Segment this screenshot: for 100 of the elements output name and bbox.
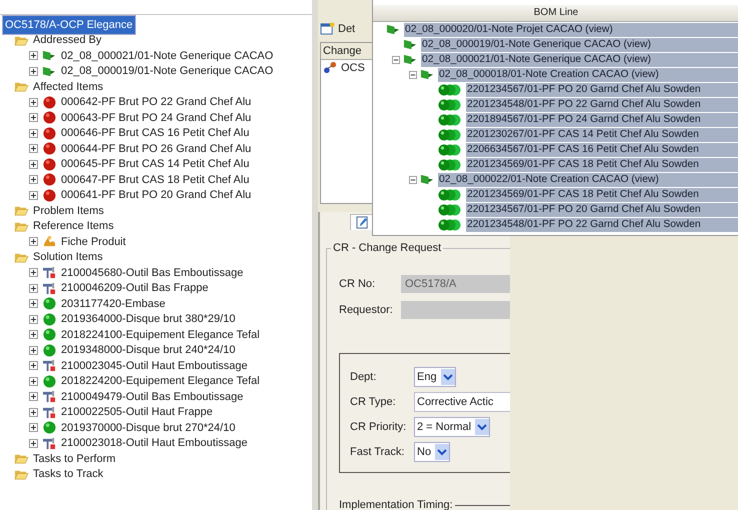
expand-toggle[interactable] [29,268,38,278]
flag-icon [420,173,435,186]
expand-toggle[interactable] [29,113,38,122]
folder-icon [14,452,29,466]
change-icon [323,61,338,74]
expand-toggle[interactable] [29,284,38,293]
tree-item[interactable]: 2100023018-Outil Haut Emboutissage [61,437,248,450]
flag-icon [386,23,401,36]
dropdown[interactable]: No [414,442,450,462]
tree-item[interactable]: 02_08_000019/01-Note Generique CACAO [61,65,274,78]
section-title: Implementation Timing: [339,499,453,510]
tree-item[interactable]: 000641-PF Brut PO 20 Grand Chef Alu [61,189,252,202]
field-label: Fast Track: [350,446,406,458]
tool-icon [42,390,57,404]
folder-label[interactable]: Problem Items [33,204,104,217]
sphere-icon [42,126,57,140]
expand-toggle[interactable] [29,66,38,76]
expand-toggle[interactable] [29,330,38,340]
tool-icon [42,436,57,450]
folder-label[interactable]: Reference Items [33,220,114,232]
expand-toggle[interactable] [29,392,38,402]
sphere-icon [42,158,57,171]
input-field[interactable]: Corrective Actic [414,392,510,412]
tree-item[interactable]: 2100046209-Outil Bas Frappe [61,282,208,294]
tree-item[interactable]: 2019348000-Disque brut 240*24/10 [61,344,236,356]
expand-toggle[interactable] [29,51,38,60]
details-icon [320,22,335,35]
dropdown[interactable]: Eng [414,366,456,386]
sphere-icon [42,111,57,124]
field-label: CR No: [339,278,376,290]
tree-item[interactable]: 000642-PF Brut PO 22 Grand Chef Alu [61,96,252,108]
flag-icon [403,38,418,51]
expand-toggle[interactable] [29,237,38,246]
folder-icon [14,204,29,218]
expand-toggle[interactable] [29,346,38,355]
spheres-icon [437,114,463,126]
expand-toggle[interactable] [29,376,38,386]
spheres-icon [437,84,463,96]
spheres-icon [437,158,463,170]
tree-item[interactable]: 2019364000-Disque brut 380*29/10 [61,313,236,326]
sphere-icon [42,173,57,186]
folder-label[interactable]: Tasks to Perform [33,452,116,465]
tool-icon [42,282,57,295]
flag-icon [42,64,57,78]
expand-toggle[interactable] [29,160,38,169]
tree-item[interactable]: 2100023045-Outil Haut Emboutissage [61,360,248,372]
field-label: Requestor: [339,304,394,316]
tree-item[interactable]: 2019370000-Disque brut 270*24/10 [61,422,236,434]
spheres-icon [437,204,463,216]
folder-label[interactable]: Tasks to Track [33,468,104,480]
expand-toggle[interactable] [29,423,38,432]
column-header[interactable]: BOM Line [373,5,738,22]
expand-toggle[interactable] [29,408,38,417]
tree-item[interactable]: 000647-PF Brut CAS 18 Petit Chef Alu [61,174,250,186]
expand-toggle[interactable] [29,190,38,200]
tool-icon [42,406,57,419]
expand-toggle[interactable] [29,438,38,448]
sphere-icon [42,374,57,388]
pencil-icon [355,216,370,229]
expand-toggle[interactable] [29,175,38,184]
tree-item[interactable]: 2018224200-Equipement Elegance Tefal [61,375,260,388]
tree-item[interactable]: 2031177420-Embase [61,298,166,310]
tree-item[interactable]: 000646-PF Brut CAS 16 Petit Chef Alu [61,127,250,140]
expand-toggle[interactable] [29,128,38,138]
expand-toggle[interactable] [29,144,38,154]
tree-item[interactable]: 000644-PF Brut PO 26 Grand Chef Alu [61,142,252,155]
tree-item[interactable]: 000645-PF Brut CAS 14 Petit Chef Alu [61,158,250,170]
chevron-icon [442,372,453,380]
expand-toggle[interactable] [409,176,417,184]
sphere-icon [42,96,57,109]
sphere-icon [42,188,57,202]
details-tab[interactable]: Det [320,22,356,35]
spheres-icon [437,144,463,156]
expand-toggle[interactable] [29,361,38,370]
tree-item[interactable]: 2100045680-Outil Bas Emboutissage [61,266,244,279]
tree-item[interactable]: 2100022505-Outil Haut Frappe [61,406,213,418]
field-label: Dept: [350,370,378,382]
tree-item[interactable]: 000643-PF Brut PO 24 Grand Chef Alu [61,112,252,124]
expand-toggle[interactable] [29,314,38,324]
tree-item[interactable]: 02_08_000021/01-Note Generique CACAO [61,50,274,62]
tree-item[interactable]: Fiche Produit [61,236,126,248]
expand-toggle[interactable] [409,70,417,78]
chevron-icon [477,422,488,430]
tree-item[interactable]: 2100049479-Outil Bas Emboutissage [61,390,244,403]
spheres-icon [437,128,463,140]
expand-toggle[interactable] [392,56,400,64]
tree-item[interactable]: 2018224100-Equipement Elegance Tefal [61,328,260,341]
expand-toggle[interactable] [29,299,38,308]
dropdown[interactable]: 2 = Normal [414,416,490,436]
folder-label[interactable]: Affected Items [33,80,104,93]
expand-toggle[interactable] [29,98,38,107]
tree-root[interactable]: OC5178/A-OCP Elegance [2,14,136,35]
flag-icon [420,68,435,81]
folder-label[interactable]: Solution Items [33,251,103,264]
flag-icon [42,49,57,62]
spheres-icon [437,98,463,110]
spheres-icon [437,188,463,200]
folder-label[interactable]: Addressed By [33,34,102,46]
field-label: CR Type: [350,396,397,408]
sphere-icon [42,421,57,434]
